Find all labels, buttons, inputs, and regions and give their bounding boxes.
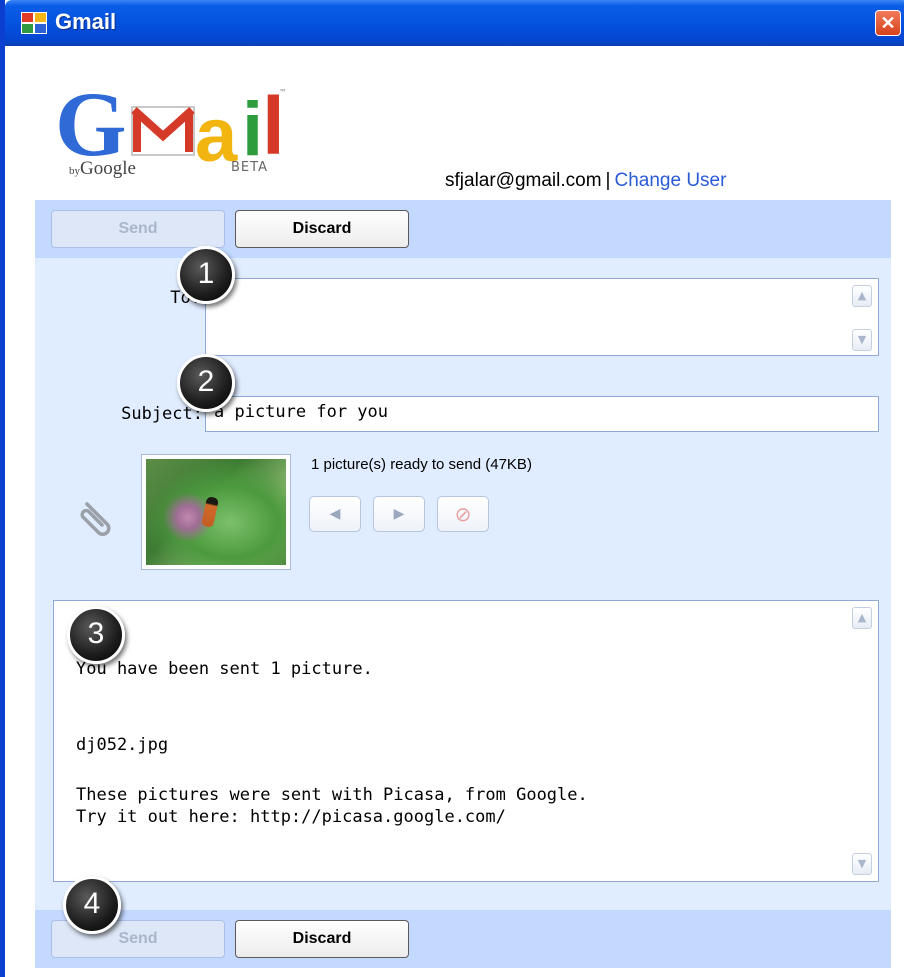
previous-picture-button[interactable]: ◀ xyxy=(309,496,361,532)
account-separator: | xyxy=(605,170,611,191)
beetle-shape xyxy=(201,496,219,528)
message-line-3: These pictures were sent with Picasa, fr… xyxy=(76,785,588,805)
subject-label: Subject: xyxy=(121,404,203,424)
remove-picture-button[interactable]: ⊘ xyxy=(437,496,489,532)
change-user-link[interactable]: Change User xyxy=(614,170,726,191)
account-line: sfjalar@gmail.com | Change User xyxy=(445,170,726,192)
subject-value: a picture for you xyxy=(214,402,388,422)
message-line-1: You have been sent 1 picture. xyxy=(76,659,373,679)
to-scroll-down-button[interactable]: ▼ xyxy=(852,329,872,351)
message-line-2: dj052.jpg xyxy=(76,735,169,755)
callout-3: 3 xyxy=(67,606,125,664)
no-entry-icon: ⊘ xyxy=(454,502,472,526)
to-scroll-up-button[interactable]: ▲ xyxy=(852,285,872,307)
title-bar[interactable]: Gmail ✕ xyxy=(5,0,904,46)
send-button-top[interactable]: Send xyxy=(51,210,225,248)
logo-letter-g: G xyxy=(55,73,127,175)
arrow-right-icon: ▶ xyxy=(393,506,405,522)
attachment-status: 1 picture(s) ready to send (47KB) xyxy=(311,456,532,473)
logo-beta: BETA xyxy=(231,160,268,175)
insect-photo xyxy=(146,459,286,565)
close-button[interactable]: ✕ xyxy=(875,10,901,36)
logo-by-google: byGoogle xyxy=(69,158,136,179)
gmail-envelope-icon xyxy=(131,106,195,156)
body-scroll-down-button[interactable]: ▼ xyxy=(852,853,872,875)
discard-button-top[interactable]: Discard xyxy=(235,210,409,248)
paperclip-icon xyxy=(80,502,111,536)
callout-4: 4 xyxy=(63,876,121,934)
bottom-toolbar: Send Discard xyxy=(35,910,891,968)
to-field[interactable]: ▲ ▼ xyxy=(205,278,879,356)
arrow-left-icon: ◀ xyxy=(329,506,341,522)
logo-letter-i: i xyxy=(242,87,264,172)
attachment-thumbnail[interactable] xyxy=(141,454,291,570)
body-scroll-up-button[interactable]: ▲ xyxy=(852,607,872,629)
gmail-logo: G a i l ™ byGoogle BETA xyxy=(55,78,295,188)
picasa-app-icon xyxy=(21,12,47,34)
callout-2: 2 xyxy=(177,354,235,412)
window-title: Gmail xyxy=(55,9,117,34)
discard-button-bottom[interactable]: Discard xyxy=(235,920,409,958)
message-line-4: Try it out here: http://picasa.google.co… xyxy=(76,807,506,827)
gmail-window: Gmail ✕ G a i l ™ byGoogle BETA sfjalar@… xyxy=(0,0,904,977)
callout-1: 1 xyxy=(177,246,235,304)
logo-letter-l: l xyxy=(262,81,285,172)
message-body-field[interactable]: You have been sent 1 picture. dj052.jpg … xyxy=(53,600,879,882)
subject-field[interactable]: a picture for you xyxy=(205,396,879,432)
account-email: sfjalar@gmail.com xyxy=(445,170,602,191)
next-picture-button[interactable]: ▶ xyxy=(373,496,425,532)
top-toolbar: Send Discard xyxy=(35,200,891,258)
logo-trademark: ™ xyxy=(279,88,287,97)
compose-form: To: ▲ ▼ Subject: a picture for you 1 pic… xyxy=(35,258,891,910)
